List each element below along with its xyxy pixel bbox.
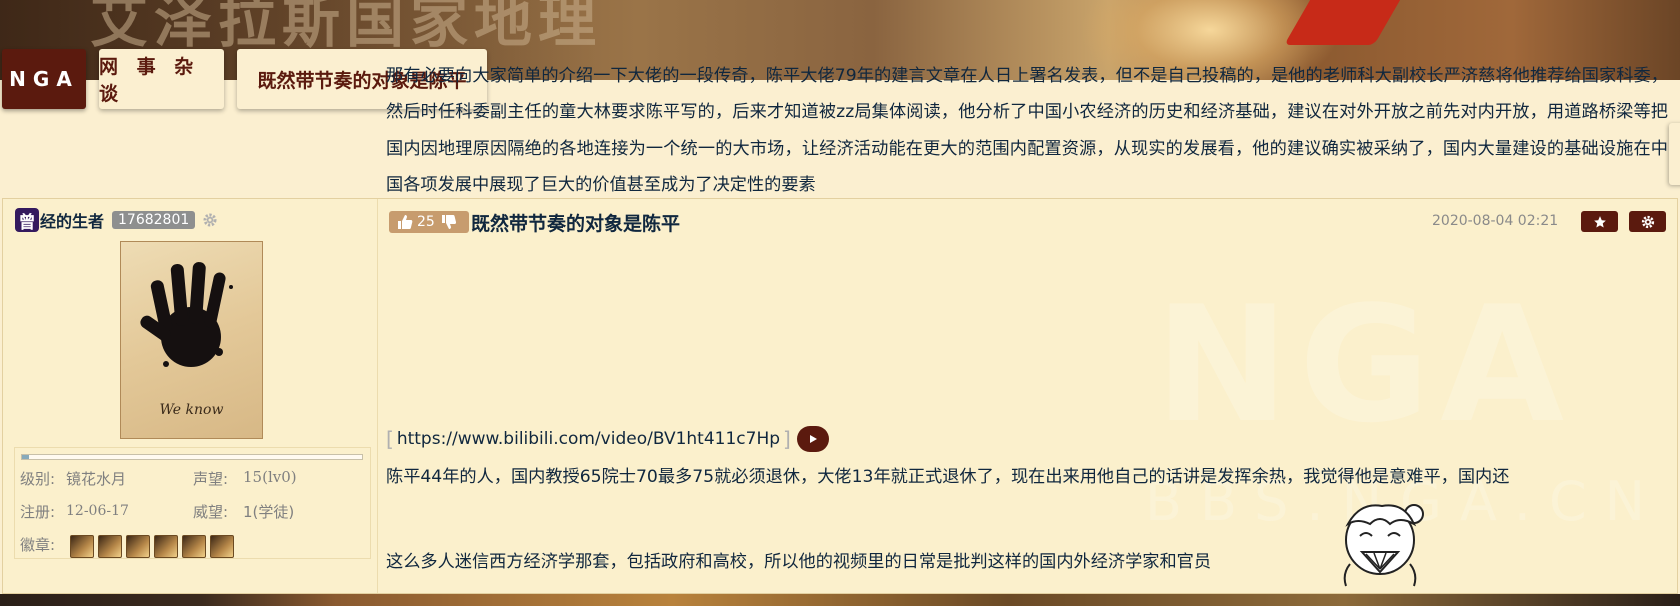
thumbs-down-icon[interactable]	[441, 214, 457, 230]
prestige-label: 威望:	[193, 503, 229, 521]
favorite-button[interactable]	[1581, 211, 1618, 232]
post-paragraph-1: 那有必要向大家简单的介绍一下大佬的一段传奇，陈平大佬79年的建言文章在人日上署名…	[386, 66, 1668, 196]
video-link-row: [ https://www.bilibili.com/video/BV1ht41…	[386, 425, 829, 453]
register-date: 12-06-17	[66, 503, 129, 519]
link-close-bracket: ]	[783, 427, 791, 451]
user-name-link[interactable]: 经的生者	[40, 208, 104, 232]
like-counter: 25	[389, 211, 469, 233]
medal-icon[interactable]	[70, 535, 94, 558]
post-settings-button[interactable]	[1629, 211, 1666, 232]
user-info-row: 曾 经的生者 17682801	[15, 208, 218, 233]
like-count: 25	[417, 214, 435, 230]
user-gear-icon[interactable]	[202, 212, 218, 228]
medals-label: 徽章:	[20, 536, 56, 554]
post-date: 2020-08-04 02:21	[1432, 213, 1559, 229]
post-paragraph-2: 陈平44年的人，国内教授65院士70最多75就必须退休，大佬13年就正式退休了，…	[386, 467, 1510, 487]
gear-icon	[1641, 215, 1654, 228]
prestige-value: 1(学徒)	[243, 503, 295, 521]
level-label: 级别:	[20, 470, 56, 488]
level-progress-bar	[21, 454, 363, 460]
avatar[interactable]: We know	[120, 241, 263, 439]
user-stats-panel: 级别: 镜花水月 声望: 15(lv0) 注册: 12-06-17 威望: 1(…	[14, 447, 371, 559]
nga-logo-button[interactable]: NGA	[2, 49, 86, 109]
user-uid-badge[interactable]: 17682801	[112, 211, 196, 229]
link-open-bracket: [	[386, 427, 394, 451]
play-icon	[809, 435, 817, 443]
video-link[interactable]: https://www.bilibili.com/video/BV1ht411c…	[397, 429, 780, 449]
play-video-button[interactable]	[796, 426, 829, 452]
medal-icon[interactable]	[182, 535, 206, 558]
reputation-label: 声望:	[193, 470, 229, 488]
next-post-banner	[0, 594, 1680, 606]
reputation-value: 15(lv0)	[243, 468, 297, 486]
thumbs-up-icon[interactable]	[397, 214, 413, 230]
medal-icon[interactable]	[154, 535, 178, 558]
level-value: 镜花水月	[66, 470, 127, 488]
breadcrumb-forum[interactable]: 网 事 杂 谈	[99, 49, 224, 109]
user-badge: 曾	[15, 208, 39, 233]
register-label: 注册:	[20, 503, 56, 521]
avatar-caption: We know	[159, 402, 224, 418]
star-icon	[1593, 215, 1606, 228]
post-paragraph-3: 这么多人迷信西方经济学那套，包括政府和高校，所以他的视频里的日常是批判这样的国内…	[386, 552, 1212, 572]
medal-icon[interactable]	[210, 535, 234, 558]
side-panel-toggle[interactable]	[1669, 123, 1680, 185]
chibi-sticker-icon	[1343, 504, 1424, 587]
medal-icon[interactable]	[98, 535, 122, 558]
medal-icon[interactable]	[126, 535, 150, 558]
medal-list	[70, 535, 234, 558]
hand-print-icon	[140, 262, 233, 367]
post-title: 既然带节奏的对象是陈平	[471, 213, 681, 235]
